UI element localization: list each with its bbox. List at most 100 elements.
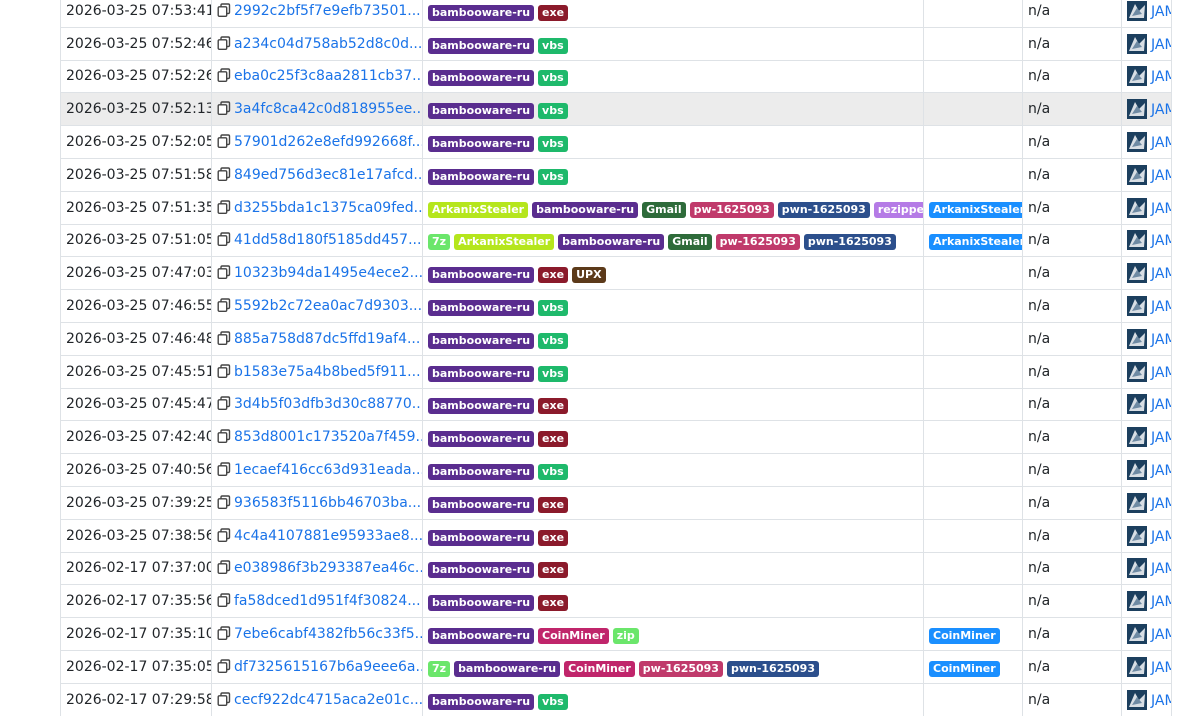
sha256-link[interactable]: 936583f5116bb46703ba... <box>234 495 421 511</box>
tag-badge[interactable]: bambooware-ru <box>428 365 535 382</box>
tag-badge[interactable]: Gmail <box>668 234 712 251</box>
table-row[interactable]: 2026-03-25 07:47:03 10323b94da1495e4ece2.… <box>60 256 1172 290</box>
sha256-link[interactable]: cecf922dc4715aca2e01c... <box>234 692 422 708</box>
tag-badge[interactable]: bambooware-ru <box>454 660 561 677</box>
tag-badge[interactable]: bambooware-ru <box>428 431 535 448</box>
tag-badge[interactable]: vbs <box>538 332 568 349</box>
tag-badge[interactable]: vbs <box>538 168 568 185</box>
sha256-link[interactable]: 57901d262e8efd992668f... <box>234 134 422 150</box>
reporter-link[interactable]: JAMESWT_WT <box>1151 4 1171 20</box>
copy-icon[interactable] <box>217 659 231 673</box>
table-row[interactable]: 2026-03-25 07:52:05 57901d262e8efd992668f… <box>60 125 1172 159</box>
table-row[interactable]: 2026-02-17 07:37:00 e038986f3b293387ea46c… <box>60 551 1172 585</box>
sha256-link[interactable]: 5592b2c72ea0ac7d9303... <box>234 298 422 314</box>
tag-badge[interactable]: bambooware-ru <box>428 168 535 185</box>
copy-icon[interactable] <box>217 495 231 509</box>
tag-badge[interactable]: vbs <box>538 136 568 153</box>
tag-badge[interactable]: bambooware-ru <box>428 300 535 317</box>
reporter-link[interactable]: JAMESWT_WT <box>1151 693 1171 709</box>
table-row[interactable]: 2026-03-25 07:42:40 853d8001c173520a7f459… <box>60 420 1172 454</box>
reporter-link[interactable]: JAMESWT_WT <box>1151 430 1171 446</box>
reporter-link[interactable]: JAMESWT_WT <box>1151 529 1171 545</box>
table-row[interactable]: 2026-03-25 07:52:46 a234c04d758ab52d8c0d.… <box>60 26 1172 61</box>
tag-badge[interactable]: exe <box>538 562 569 579</box>
tag-badge[interactable]: bambooware-ru <box>428 103 535 120</box>
table-row[interactable]: 2026-02-17 07:35:10 7ebe6cabf4382fb56c33f… <box>60 617 1172 651</box>
tag-badge[interactable]: bambooware-ru <box>428 464 535 481</box>
copy-icon[interactable] <box>217 232 231 247</box>
copy-icon[interactable] <box>217 462 231 477</box>
table-row[interactable]: 2026-02-17 07:35:05 df7325615167b6a9eee6a… <box>60 649 1172 684</box>
tag-badge[interactable]: bambooware-ru <box>428 4 535 21</box>
tag-badge[interactable]: vbs <box>538 103 568 120</box>
sha256-link[interactable]: 3a4fc8ca42c0d818955ee... <box>234 101 422 117</box>
sha256-link[interactable]: 3d4b5f03dfb3d30c88770... <box>234 396 422 412</box>
tag-badge[interactable]: bambooware-ru <box>428 693 535 710</box>
tag-badge[interactable]: ArkanixStealer <box>428 201 529 218</box>
sha256-link[interactable]: e038986f3b293387ea46c... <box>234 560 422 576</box>
copy-icon[interactable] <box>217 691 231 706</box>
sha256-link[interactable]: fa58dced1d951f4f30824... <box>234 593 421 609</box>
tag-badge[interactable]: pw-1625093 <box>715 234 800 251</box>
sha256-link[interactable]: 849ed756d3ec81e17afcd... <box>234 167 422 183</box>
table-row[interactable]: 2026-03-25 07:51:35 d3255bda1c1375ca09fed… <box>60 190 1172 225</box>
tag-badge[interactable]: pw-1625093 <box>689 201 774 218</box>
reporter-link[interactable]: JAMESWT_WT <box>1151 332 1171 348</box>
tag-badge[interactable]: bambooware-ru <box>428 332 535 349</box>
tag-badge[interactable]: pwn-1625093 <box>726 660 819 677</box>
reporter-link[interactable]: JAMESWT_WT <box>1151 266 1171 282</box>
copy-icon[interactable] <box>217 363 231 378</box>
table-row[interactable]: 2026-03-25 07:38:56 4c4a4107881e95933ae8.… <box>60 518 1172 553</box>
tag-badge[interactable]: exe <box>538 4 569 21</box>
tag-badge[interactable]: UPX <box>572 267 606 284</box>
sha256-link[interactable]: eba0c25f3c8aa2811cb37... <box>234 68 422 84</box>
tag-badge[interactable]: exe <box>538 431 569 448</box>
reporter-link[interactable]: JAMESWT_WT <box>1151 135 1171 151</box>
tag-badge[interactable]: vbs <box>538 37 568 54</box>
copy-icon[interactable] <box>217 101 231 116</box>
table-row[interactable]: 2026-03-25 07:53:41 2992c2bf5f7e9efb73501… <box>60 0 1172 28</box>
tag-badge[interactable]: zip <box>612 628 639 645</box>
reporter-link[interactable]: JAMESWT_WT <box>1151 365 1171 381</box>
tag-badge[interactable]: exe <box>538 529 569 546</box>
tag-badge[interactable]: 7z <box>428 234 451 251</box>
copy-icon[interactable] <box>217 593 231 608</box>
table-row[interactable]: 2026-03-25 07:45:51 b1583e75a4b8bed5f911.… <box>60 354 1172 389</box>
tag-badge[interactable]: bambooware-ru <box>558 234 665 251</box>
copy-icon[interactable] <box>217 35 231 50</box>
signature-badge[interactable]: ArkanixStealer <box>929 234 1022 251</box>
table-row[interactable]: 2026-03-25 07:39:25 936583f5116bb46703ba.… <box>60 485 1172 520</box>
tag-badge[interactable]: pw-1625093 <box>638 660 723 677</box>
table-row[interactable]: 2026-03-25 07:40:56 1ecaef416cc63d931eada… <box>60 453 1172 487</box>
tag-badge[interactable]: bambooware-ru <box>428 136 535 153</box>
sha256-link[interactable]: 10323b94da1495e4ece2... <box>234 265 422 281</box>
copy-icon[interactable] <box>217 626 231 641</box>
reporter-link[interactable]: JAMESWT_WT <box>1151 102 1171 118</box>
reporter-link[interactable]: JAMESWT_WT <box>1151 201 1171 217</box>
tag-badge[interactable]: vbs <box>538 300 568 317</box>
tag-badge[interactable]: vbs <box>538 464 568 481</box>
tag-badge[interactable]: exe <box>538 267 569 284</box>
copy-icon[interactable] <box>217 3 231 17</box>
tag-badge[interactable]: bambooware-ru <box>428 628 535 645</box>
table-row[interactable]: 2026-03-25 07:46:48 885a758d87dc5ffd19af4… <box>60 321 1172 356</box>
copy-icon[interactable] <box>217 527 231 542</box>
table-row[interactable]: 2026-03-25 07:52:13 3a4fc8ca42c0d818955ee… <box>60 92 1172 126</box>
tag-badge[interactable]: exe <box>538 595 569 612</box>
tag-badge[interactable]: Gmail <box>642 201 686 218</box>
sha256-link[interactable]: 853d8001c173520a7f459... <box>234 429 422 445</box>
signature-badge[interactable]: CoinMiner <box>929 628 1000 645</box>
tag-badge[interactable]: bambooware-ru <box>428 595 535 612</box>
table-row[interactable]: 2026-03-25 07:52:26 eba0c25f3c8aa2811cb37… <box>60 59 1172 93</box>
copy-icon[interactable] <box>217 560 231 575</box>
sha256-link[interactable]: df7325615167b6a9eee6a... <box>234 659 422 675</box>
reporter-link[interactable]: JAMESWT_WT <box>1151 660 1171 676</box>
tag-badge[interactable]: 7z <box>428 660 451 677</box>
reporter-link[interactable]: JAMESWT_WT <box>1151 37 1171 53</box>
sha256-link[interactable]: 41dd58d180f5185dd457... <box>234 232 421 248</box>
copy-icon[interactable] <box>217 167 231 181</box>
tag-badge[interactable]: CoinMiner <box>564 660 635 677</box>
tag-badge[interactable]: CoinMiner <box>538 628 609 645</box>
sha256-link[interactable]: 4c4a4107881e95933ae8... <box>234 528 422 544</box>
tag-badge[interactable]: bambooware-ru <box>428 37 535 54</box>
